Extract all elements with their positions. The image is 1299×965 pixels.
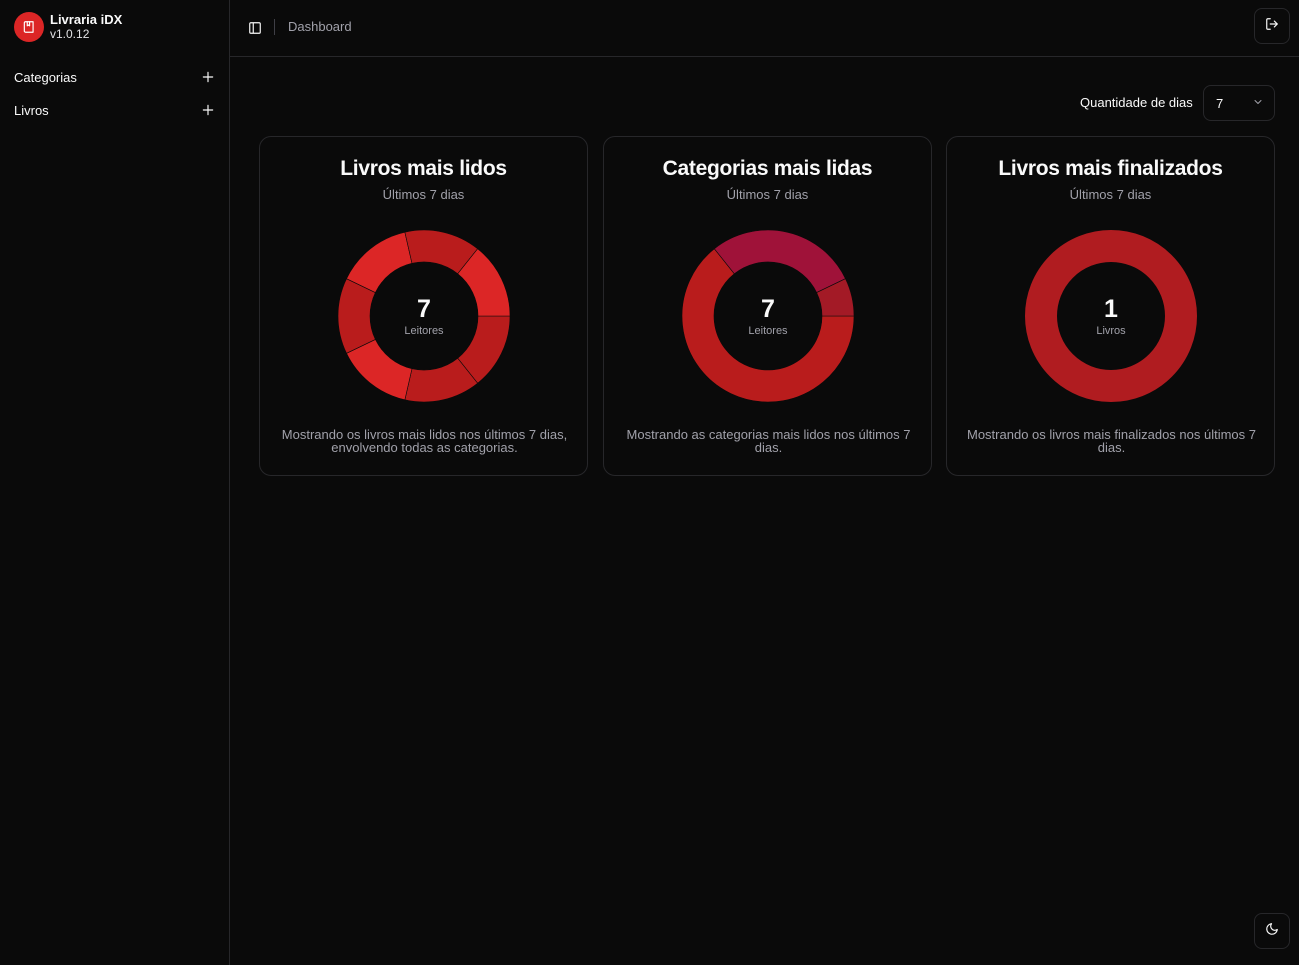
card-footer: Mostrando os livros mais lidos nos últim…	[281, 427, 568, 455]
donut-total: 7	[761, 295, 775, 323]
logout-button[interactable]	[1254, 8, 1290, 44]
days-select-value: 7	[1216, 95, 1224, 111]
breadcrumb[interactable]: Dashboard	[288, 19, 352, 34]
chevron-down-icon	[1252, 96, 1264, 111]
card-subtitle: Últimos 7 dias	[1069, 187, 1152, 202]
donut-chart[interactable]: 1 Livros	[1024, 229, 1198, 403]
app-version: v1.0.12	[50, 27, 90, 41]
donut-chart[interactable]: 7 Leitores	[681, 229, 855, 403]
card-subtitle: Últimos 7 dias	[726, 187, 809, 202]
card-title: Livros mais finalizados	[998, 157, 1223, 180]
sidebar-item-livros[interactable]: Livros	[8, 96, 222, 124]
card-subtitle: Últimos 7 dias	[382, 187, 465, 202]
donut-total: 1	[1104, 295, 1118, 323]
plus-icon[interactable]	[200, 102, 216, 118]
panel-left-icon[interactable]	[244, 17, 266, 39]
donut-unit: Leitores	[748, 325, 788, 337]
brand[interactable]: Livraria iDX v1.0.12	[14, 12, 122, 42]
donut-unit: Livros	[1096, 325, 1126, 337]
theme-toggle-button[interactable]	[1254, 913, 1290, 949]
sidebar: Livraria iDX v1.0.12 Categorias Livros	[0, 0, 230, 965]
card-livros-mais-lidos: Livros mais lidos Últimos 7 dias 7 Leito…	[259, 136, 588, 476]
sidebar-item-categorias[interactable]: Categorias	[8, 63, 222, 91]
header-divider	[274, 19, 275, 35]
days-label: Quantidade de dias	[1080, 95, 1193, 110]
card-footer: Mostrando os livros mais finalizados nos…	[967, 427, 1257, 455]
topbar: Dashboard	[230, 0, 1299, 57]
moon-icon	[1265, 922, 1279, 941]
book-icon	[14, 12, 44, 42]
card-livros-mais-finalizados: Livros mais finalizados Últimos 7 dias 1…	[946, 136, 1275, 476]
app-name: Livraria iDX	[50, 12, 123, 27]
card-title: Categorias mais lidas	[662, 157, 873, 180]
sidebar-item-label: Livros	[14, 102, 49, 118]
sidebar-item-label: Categorias	[14, 69, 77, 85]
log-out-icon	[1265, 17, 1279, 36]
card-categorias-mais-lidas: Categorias mais lidas Últimos 7 dias 7 L…	[603, 136, 932, 476]
card-footer: Mostrando as categorias mais lidos nos ú…	[626, 427, 911, 455]
donut-chart[interactable]: 7 Leitores	[337, 229, 511, 403]
donut-total: 7	[417, 295, 431, 323]
donut-unit: Leitores	[404, 325, 444, 337]
plus-icon[interactable]	[200, 69, 216, 85]
card-title: Livros mais lidos	[340, 157, 507, 180]
days-select[interactable]: 7	[1203, 85, 1275, 121]
